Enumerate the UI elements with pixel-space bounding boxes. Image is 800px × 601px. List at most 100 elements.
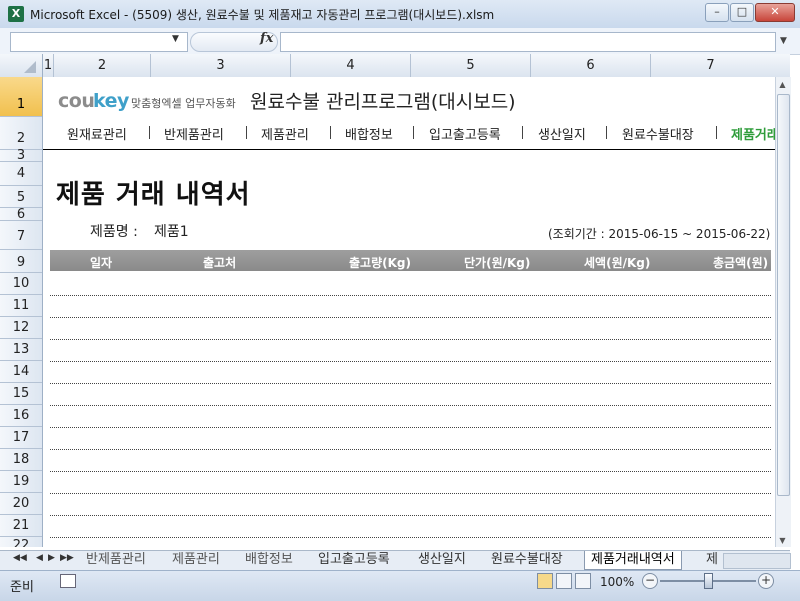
horizontal-scrollbar[interactable] (723, 553, 791, 569)
row-header[interactable]: 17 (0, 427, 42, 449)
row-header[interactable]: 4 (0, 162, 42, 186)
table-row[interactable] (50, 295, 771, 296)
nav-item-ledger[interactable]: 원료수불대장 (622, 124, 694, 143)
row-header[interactable]: 21 (0, 515, 42, 537)
zoom-slider-thumb[interactable] (704, 573, 713, 589)
excel-app-icon[interactable]: X (8, 6, 24, 22)
close-button[interactable]: ✕ (755, 3, 795, 22)
table-row[interactable] (50, 449, 771, 450)
zoom-out-icon[interactable]: − (642, 573, 658, 589)
row-header[interactable]: 19 (0, 471, 42, 493)
row-header[interactable]: 10 (0, 273, 42, 295)
row-header[interactable]: 3 (0, 149, 42, 162)
window-title: Microsoft Excel - (5509) 생산, 원료수불 및 제품재고… (30, 8, 495, 22)
table-header-tax: 세액(원/Kg) (584, 256, 651, 270)
logo-slogan: 맞춤형엑셀 업무자동화 (131, 97, 236, 110)
column-header[interactable]: 1 (43, 54, 54, 77)
expand-formula-icon[interactable]: ▼ (777, 32, 790, 50)
worksheet-grid[interactable] (43, 77, 775, 547)
page-layout-view-icon[interactable] (556, 573, 572, 589)
insert-function-icon[interactable]: fx (260, 31, 273, 46)
sheet-tab-production-log[interactable]: 생산일지 (412, 551, 472, 569)
logo-cou: cou (58, 90, 95, 112)
nav-item-production-log[interactable]: 생산일지 (538, 124, 586, 143)
name-box[interactable] (10, 32, 188, 52)
row-header[interactable]: 22 (0, 537, 42, 547)
column-header[interactable]: 6 (531, 54, 651, 77)
product-label: 제품명 : (90, 224, 138, 240)
scroll-down-icon[interactable]: ▼ (775, 536, 790, 545)
select-all-button[interactable] (0, 54, 43, 77)
chevron-down-icon[interactable]: ▼ (172, 34, 179, 44)
nav-separator (606, 126, 607, 139)
nav-item-product-trades[interactable]: 제품거래 (731, 124, 779, 143)
table-header-total: 총금액(원) (713, 256, 769, 270)
normal-view-icon[interactable] (537, 573, 553, 589)
table-row[interactable] (50, 383, 771, 384)
minimize-button[interactable]: – (705, 3, 729, 22)
column-header[interactable]: 4 (291, 54, 411, 77)
row-header[interactable]: 1 (0, 77, 42, 117)
select-all-icon (24, 61, 36, 73)
row-header[interactable]: 2 (0, 117, 42, 150)
table-row[interactable] (50, 515, 771, 516)
column-header[interactable]: 2 (54, 54, 151, 77)
row-header[interactable]: 14 (0, 361, 42, 383)
column-header[interactable]: 3 (151, 54, 291, 77)
table-header-unit-price: 단가(원/Kg) (464, 256, 531, 270)
macro-record-icon[interactable] (60, 574, 76, 588)
row-header[interactable]: 16 (0, 405, 42, 427)
vertical-scroll-thumb[interactable] (777, 94, 790, 496)
sheet-tab-products[interactable]: 제품관리 (166, 551, 226, 569)
table-header-destination: 출고처 (203, 256, 237, 270)
row-header[interactable]: 13 (0, 339, 42, 361)
table-row[interactable] (50, 339, 771, 340)
nav-item-in-out[interactable]: 입고출고등록 (429, 124, 501, 143)
nav-item-recipe[interactable]: 배합정보 (345, 124, 393, 143)
table-header-quantity: 출고량(Kg) (349, 256, 411, 270)
scroll-up-icon[interactable]: ▲ (775, 80, 790, 89)
nav-item-products[interactable]: 제품관리 (261, 124, 309, 143)
table-row[interactable] (50, 471, 771, 472)
nav-separator (716, 126, 717, 139)
row-header[interactable]: 15 (0, 383, 42, 405)
sheet-tab-ledger[interactable]: 원료수불대장 (485, 551, 569, 569)
status-bar (0, 570, 800, 601)
sheet-tab-recipe[interactable]: 배합정보 (239, 551, 299, 569)
nav-separator (246, 126, 247, 139)
next-sheet-icon[interactable]: ▶ (48, 553, 55, 563)
nav-item-semi-products[interactable]: 반제품관리 (164, 124, 224, 143)
column-header[interactable]: 7 (651, 54, 770, 77)
nav-item-raw-materials[interactable]: 원재료관리 (67, 124, 127, 143)
zoom-level[interactable]: 100% (600, 575, 634, 589)
table-row[interactable] (50, 427, 771, 428)
table-header-date: 일자 (90, 256, 113, 270)
product-value[interactable]: 제품1 (154, 221, 189, 241)
row-header[interactable]: 7 (0, 221, 42, 250)
table-row[interactable] (50, 405, 771, 406)
row-header[interactable]: 9 (0, 250, 42, 273)
row-header[interactable]: 5 (0, 186, 42, 208)
formula-input[interactable] (280, 32, 776, 52)
row-header[interactable]: 6 (0, 208, 42, 221)
sheet-tab-semi-products[interactable]: 반제품관리 (80, 551, 152, 569)
maximize-button[interactable]: □ (730, 3, 754, 22)
nav-separator (330, 126, 331, 139)
zoom-in-icon[interactable]: + (758, 573, 774, 589)
sheet-tab-product-trades[interactable]: 제품거래내역서 (584, 551, 682, 570)
sheet-tab-truncated[interactable]: 제 (700, 551, 724, 569)
table-row[interactable] (50, 361, 771, 362)
first-sheet-icon[interactable]: ◀◀ (13, 553, 27, 563)
row-header[interactable]: 11 (0, 295, 42, 317)
row-header[interactable]: 20 (0, 493, 42, 515)
prev-sheet-icon[interactable]: ◀ (36, 553, 43, 563)
table-row[interactable] (50, 493, 771, 494)
sheet-tab-in-out[interactable]: 입고출고등록 (312, 551, 396, 569)
page-break-view-icon[interactable] (575, 573, 591, 589)
row-header[interactable]: 12 (0, 317, 42, 339)
column-header[interactable]: 5 (411, 54, 531, 77)
last-sheet-icon[interactable]: ▶▶ (60, 553, 74, 563)
table-row[interactable] (50, 317, 771, 318)
table-row[interactable] (50, 537, 771, 538)
row-header[interactable]: 18 (0, 449, 42, 471)
